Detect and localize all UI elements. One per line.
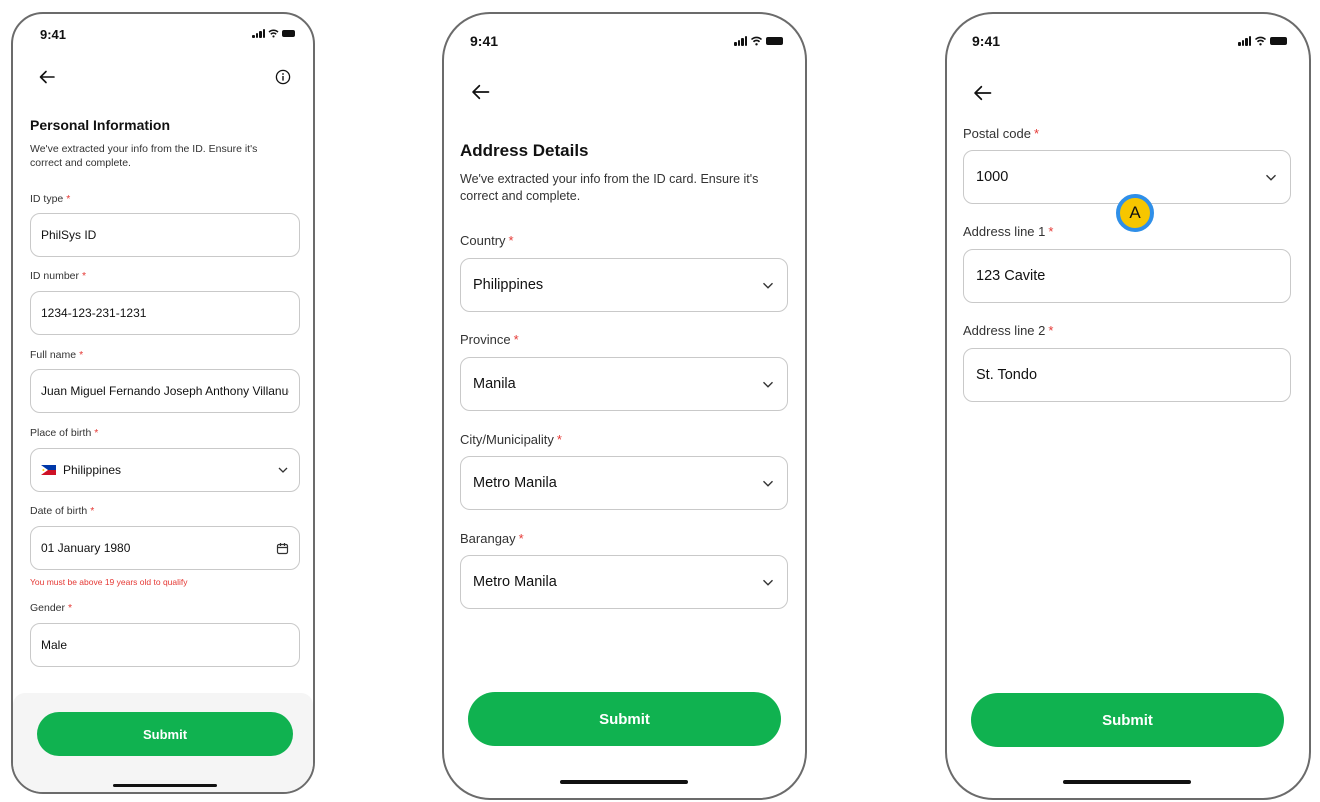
place-of-birth-select[interactable]: Philippines <box>30 448 300 492</box>
wifi-icon <box>750 36 763 46</box>
country-select[interactable]: Philippines <box>460 258 788 312</box>
city-label: City/Municipality * <box>460 432 562 447</box>
status-time: 9:41 <box>470 33 499 49</box>
address-line-2-label: Address line 2 * <box>963 323 1054 338</box>
page-description: We've extracted your info from the ID. E… <box>30 143 258 170</box>
chevron-down-icon <box>763 282 773 289</box>
annotation-marker: A <box>1116 194 1154 232</box>
signal-icon <box>734 36 747 46</box>
phone-address-details: 9:41 Address Details We've extracted you… <box>442 12 807 800</box>
chevron-down-icon <box>1266 174 1276 181</box>
place-of-birth-label: Place of birth * <box>30 427 99 439</box>
submit-button[interactable]: Submit <box>37 712 293 756</box>
gender-label: Gender * <box>30 602 73 614</box>
status-time: 9:41 <box>40 27 67 42</box>
chevron-down-icon <box>763 381 773 388</box>
id-number-label: ID number * <box>30 270 87 282</box>
address-line-1-field[interactable]: 123 Cavite <box>963 249 1291 303</box>
submit-button[interactable]: Submit <box>468 692 781 746</box>
barangay-label: Barangay * <box>460 531 524 546</box>
id-number-field[interactable]: 1234-123-231-1231 <box>30 291 300 335</box>
battery-icon <box>1270 37 1287 45</box>
address-line-1-label: Address line 1 * <box>963 224 1054 239</box>
province-select[interactable]: Manila <box>460 357 788 411</box>
back-arrow-icon[interactable] <box>39 70 55 84</box>
id-type-field[interactable]: PhilSys ID <box>30 213 300 257</box>
date-of-birth-field[interactable]: 01 January 1980 <box>30 526 300 570</box>
city-select[interactable]: Metro Manila <box>460 456 788 510</box>
page-title: Personal Information <box>30 117 171 133</box>
status-time: 9:41 <box>972 33 1001 49</box>
back-arrow-icon[interactable] <box>973 85 992 101</box>
address-line-2-field[interactable]: St. Tondo <box>963 348 1291 402</box>
date-of-birth-error: You must be above 19 years old to qualif… <box>30 577 188 587</box>
wifi-icon <box>268 29 279 38</box>
chevron-down-icon <box>763 579 773 586</box>
country-label: Country * <box>460 233 514 248</box>
barangay-select[interactable]: Metro Manila <box>460 555 788 609</box>
chevron-down-icon <box>763 480 773 487</box>
calendar-icon[interactable] <box>276 542 289 555</box>
signal-icon <box>252 29 265 38</box>
province-label: Province * <box>460 332 519 347</box>
id-type-label: ID type * <box>30 193 71 205</box>
phone-address-lines: 9:41 Postal code * 1000 Address line 1 * 1… <box>945 12 1311 800</box>
home-indicator <box>560 780 688 784</box>
full-name-label: Full name * <box>30 349 84 361</box>
status-icons <box>1238 36 1287 46</box>
wifi-icon <box>1254 36 1267 46</box>
gender-field[interactable]: Male <box>30 623 300 667</box>
ph-flag-icon <box>41 465 56 475</box>
info-icon[interactable] <box>275 69 291 85</box>
page-title: Address Details <box>460 141 589 160</box>
chevron-down-icon <box>278 467 288 473</box>
back-arrow-icon[interactable] <box>471 84 490 100</box>
home-indicator <box>113 784 217 787</box>
battery-icon <box>282 30 295 37</box>
page-description: We've extracted your info from the ID ca… <box>460 172 759 203</box>
full-name-field[interactable]: Juan Miguel Fernando Joseph Anthony Vill… <box>30 369 300 413</box>
home-indicator <box>1063 780 1191 784</box>
postal-code-label: Postal code * <box>963 126 1039 141</box>
battery-icon <box>766 37 783 45</box>
status-icons <box>252 29 295 38</box>
submit-button[interactable]: Submit <box>971 693 1284 747</box>
signal-icon <box>1238 36 1251 46</box>
phone-personal-information: 9:41 Personal Information We've extracte… <box>11 12 315 794</box>
status-icons <box>734 36 783 46</box>
date-of-birth-label: Date of birth * <box>30 505 95 517</box>
